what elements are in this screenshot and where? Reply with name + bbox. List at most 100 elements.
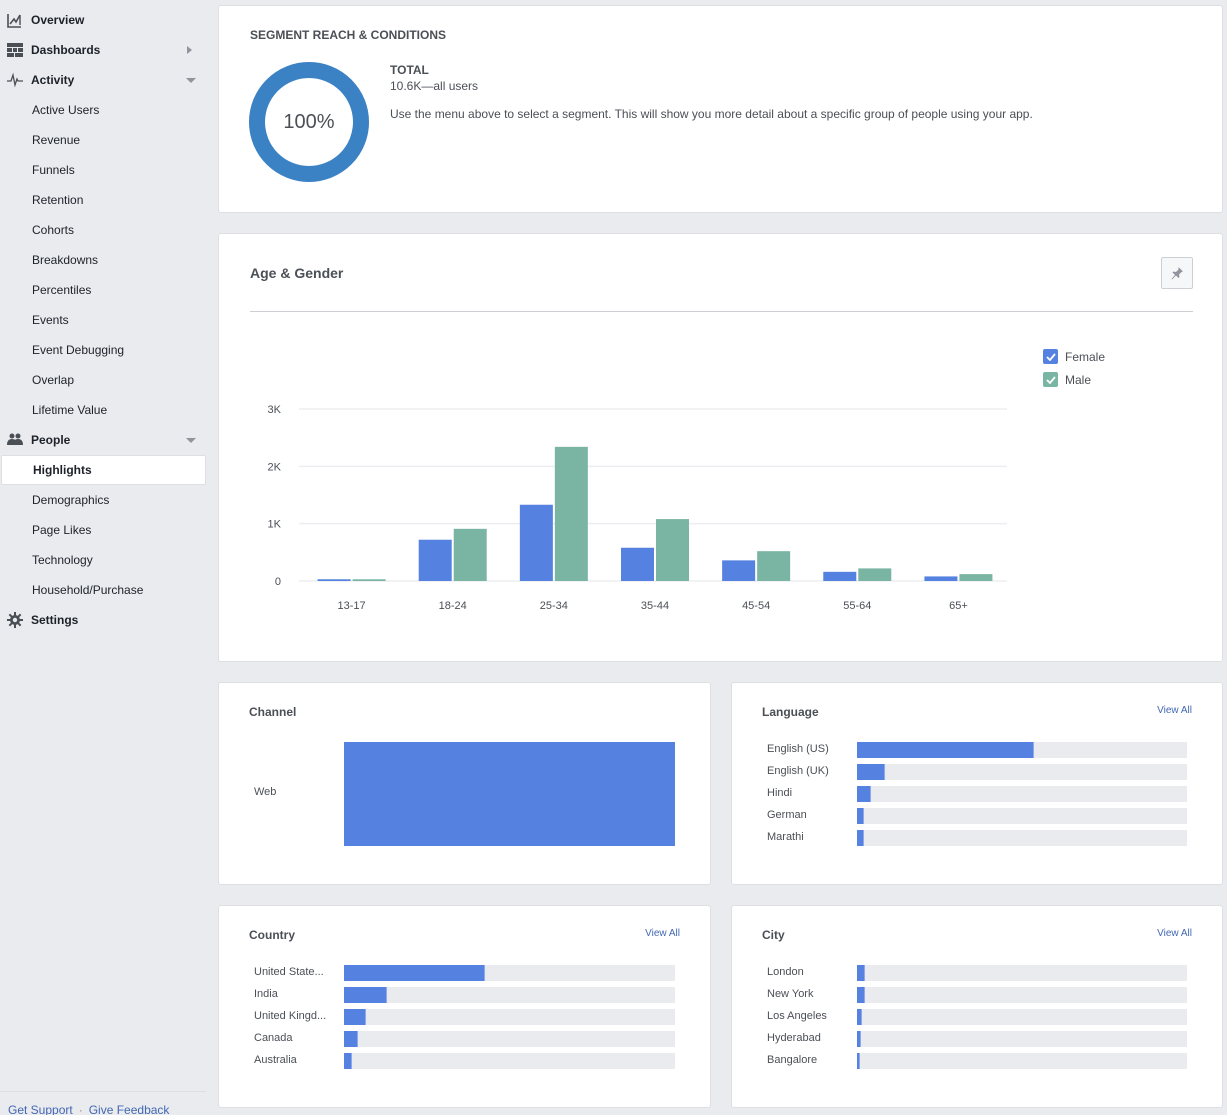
sidebar-item-breakdowns[interactable]: Breakdowns xyxy=(0,245,206,275)
country-label: Australia xyxy=(254,1054,297,1066)
language-row: Hindi xyxy=(732,786,1222,802)
legend-item-male[interactable]: Male xyxy=(1043,368,1105,391)
x-tick-label: 13-17 xyxy=(338,600,366,612)
language-bar-track xyxy=(857,786,1187,802)
sidebar-item-label: Cohorts xyxy=(32,223,75,237)
city-row: London xyxy=(732,965,1222,981)
sidebar-item-label: Percentiles xyxy=(32,283,92,297)
city-bar-fill xyxy=(857,1053,861,1069)
checkbox-checked-icon[interactable] xyxy=(1043,349,1058,364)
bar-female-55-64[interactable] xyxy=(823,571,857,581)
bar-female-65+[interactable] xyxy=(924,576,958,581)
chevron-right-icon[interactable] xyxy=(187,46,192,54)
country-bar-track xyxy=(344,987,675,1003)
language-card: Language View All English (US) English (U… xyxy=(731,682,1223,885)
sidebar-item-cohorts[interactable]: Cohorts xyxy=(0,215,206,245)
sidebar-item-household-purchase[interactable]: Household/Purchase xyxy=(0,575,206,605)
sidebar-item-retention[interactable]: Retention xyxy=(0,185,206,215)
checkbox-checked-icon[interactable] xyxy=(1043,372,1058,387)
sidebar-item-percentiles[interactable]: Percentiles xyxy=(0,275,206,305)
give-feedback-link[interactable]: Give Feedback xyxy=(89,1103,170,1115)
sidebar-item-page-likes[interactable]: Page Likes xyxy=(0,515,206,545)
city-row: Bangalore xyxy=(732,1053,1222,1069)
city-label: Bangalore xyxy=(767,1054,818,1066)
sidebar-item-events[interactable]: Events xyxy=(0,305,206,335)
pin-button[interactable] xyxy=(1161,257,1193,289)
sidebar-item-revenue[interactable]: Revenue xyxy=(0,125,206,155)
country-bar-track xyxy=(344,1031,675,1047)
segment-user-count: 10.6K—all users xyxy=(390,79,479,93)
sidebar-item-event-debugging[interactable]: Event Debugging xyxy=(0,335,206,365)
sidebar-item-dashboards[interactable]: Dashboards xyxy=(0,35,206,65)
chevron-down-icon[interactable] xyxy=(186,78,196,83)
language-bar-track xyxy=(857,808,1187,824)
sidebar-item-demographics[interactable]: Demographics xyxy=(0,485,206,515)
sidebar-item-technology[interactable]: Technology xyxy=(0,545,206,575)
legend-item-female[interactable]: Female xyxy=(1043,345,1105,368)
sidebar-item-label: Retention xyxy=(32,193,84,207)
sidebar-item-activity[interactable]: Activity xyxy=(0,65,206,95)
pulse-icon xyxy=(7,72,23,88)
sidebar-item-funnels[interactable]: Funnels xyxy=(0,155,206,185)
y-tick-label: 2K xyxy=(268,461,282,473)
bar-male-18-24[interactable] xyxy=(453,528,487,581)
people-icon xyxy=(7,432,23,448)
sidebar-item-label: Active Users xyxy=(32,103,100,117)
city-view-all-link[interactable]: View All xyxy=(1157,928,1192,939)
language-bar-track xyxy=(857,830,1187,846)
sidebar-footer-divider xyxy=(0,1091,206,1092)
country-view-all-link[interactable]: View All xyxy=(645,928,680,939)
language-row: German xyxy=(732,808,1222,824)
donut-percent-label: 100% xyxy=(283,110,335,133)
footer-separator: · xyxy=(78,1103,83,1115)
sidebar-item-active-users[interactable]: Active Users xyxy=(0,95,206,125)
x-tick-label: 25-34 xyxy=(540,600,568,612)
city-title: City xyxy=(762,928,785,942)
country-row: United Kingd... xyxy=(219,1009,710,1025)
sidebar-item-label: Page Likes xyxy=(32,523,92,537)
city-bar-track xyxy=(857,987,1187,1003)
sidebar: Overview Dashboards Activity Active Users Re… xyxy=(0,0,210,1115)
country-row: Australia xyxy=(219,1053,710,1069)
x-tick-label: 65+ xyxy=(949,600,968,612)
bar-male-13-17[interactable] xyxy=(352,579,386,581)
bar-male-45-54[interactable] xyxy=(757,551,791,581)
city-bar-fill xyxy=(857,1031,861,1047)
bar-female-35-44[interactable] xyxy=(621,547,654,581)
chevron-down-icon[interactable] xyxy=(186,438,196,443)
bar-female-45-54[interactable] xyxy=(722,560,756,581)
country-row: India xyxy=(219,987,710,1003)
bar-male-65+[interactable] xyxy=(959,574,993,581)
country-row: United State... xyxy=(219,965,710,981)
sidebar-item-people[interactable]: People xyxy=(0,425,206,455)
bar-female-18-24[interactable] xyxy=(418,539,452,581)
get-support-link[interactable]: Get Support xyxy=(8,1103,73,1115)
sidebar-item-label: Household/Purchase xyxy=(32,583,144,597)
bar-female-25-34[interactable] xyxy=(519,504,553,581)
bar-male-25-34[interactable] xyxy=(554,446,588,581)
sidebar-item-settings[interactable]: Settings xyxy=(0,605,206,635)
bar-male-35-44[interactable] xyxy=(656,519,689,581)
country-bar-fill xyxy=(344,987,388,1003)
language-view-all-link[interactable]: View All xyxy=(1157,705,1192,716)
language-row: English (US) xyxy=(732,742,1222,758)
segment-title: SEGMENT REACH & CONDITIONS xyxy=(250,28,447,42)
sidebar-item-highlights[interactable]: Highlights xyxy=(1,455,206,485)
sidebar-item-label: Technology xyxy=(32,553,93,567)
city-label: Hyderabad xyxy=(767,1032,821,1044)
sidebar-item-overview[interactable]: Overview xyxy=(0,5,206,35)
segment-total-label: TOTAL xyxy=(390,63,429,77)
language-bar-fill xyxy=(857,764,886,780)
x-tick-label: 55-64 xyxy=(843,600,871,612)
city-bar-track xyxy=(857,1031,1187,1047)
country-bar-fill xyxy=(344,965,485,981)
pin-icon xyxy=(1171,267,1183,280)
country-bar-fill xyxy=(344,1009,366,1025)
bar-male-55-64[interactable] xyxy=(858,568,892,581)
sidebar-item-overlap[interactable]: Overlap xyxy=(0,365,206,395)
sidebar-item-lifetime-value[interactable]: Lifetime Value xyxy=(0,395,206,425)
sidebar-item-label: Lifetime Value xyxy=(32,403,108,417)
country-bar-fill xyxy=(344,1031,358,1047)
city-label: New York xyxy=(767,988,814,1000)
bar-female-13-17[interactable] xyxy=(317,579,351,581)
